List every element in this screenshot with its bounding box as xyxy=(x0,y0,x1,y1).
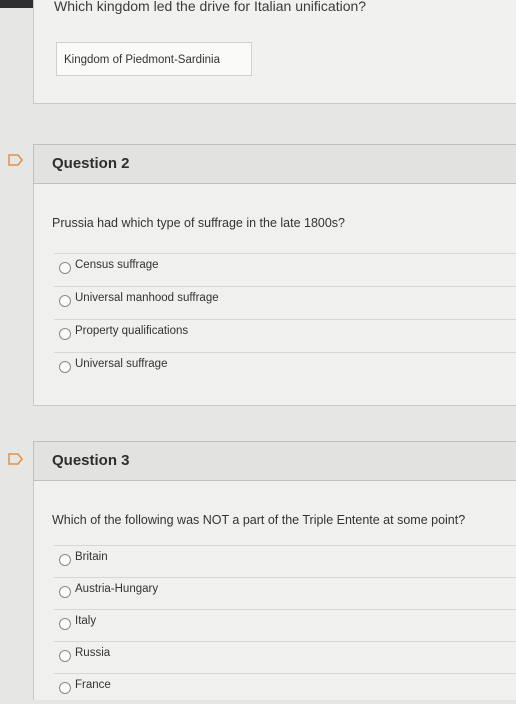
option-label: Italy xyxy=(75,615,97,627)
question-2-header: Question 2 xyxy=(33,144,516,184)
question-title: Question 2 xyxy=(52,155,130,172)
option-label: Britain xyxy=(75,551,108,563)
answer-option[interactable]: Census suffrage xyxy=(54,253,516,284)
option-label: Russia xyxy=(75,647,111,659)
option-label: Property qualifications xyxy=(75,325,189,337)
answer-option[interactable]: Austria-Hungary xyxy=(54,577,516,608)
previous-question-card: Which kingdom led the drive for Italian … xyxy=(33,0,516,104)
answer-option[interactable]: Universal manhood suffrage xyxy=(54,286,516,317)
radio-button[interactable] xyxy=(59,361,71,373)
question-text: Which of the following was NOT a part of… xyxy=(52,513,466,527)
flag-icon[interactable] xyxy=(8,453,24,465)
radio-button[interactable] xyxy=(59,295,71,307)
answer-option[interactable]: Property qualifications xyxy=(54,319,516,350)
radio-button[interactable] xyxy=(59,586,71,598)
option-label: Universal manhood suffrage xyxy=(75,292,219,304)
question-3-header: Question 3 xyxy=(33,441,516,481)
flag-icon[interactable] xyxy=(8,154,24,166)
answer-option[interactable]: France xyxy=(54,673,516,704)
question-title: Question 3 xyxy=(52,452,130,469)
option-label: France xyxy=(75,679,111,691)
question-2-body: Prussia had which type of suffrage in th… xyxy=(33,184,516,406)
option-label: Census suffrage xyxy=(75,259,159,271)
radio-button[interactable] xyxy=(59,618,71,630)
radio-button[interactable] xyxy=(59,650,71,662)
question-3-body: Which of the following was NOT a part of… xyxy=(33,481,516,700)
radio-button[interactable] xyxy=(59,682,71,694)
option-label: Universal suffrage xyxy=(75,358,168,370)
answer-option[interactable]: Russia xyxy=(54,641,516,672)
option-label: Austria-Hungary xyxy=(75,583,159,595)
answer-option[interactable]: Britain xyxy=(54,545,516,576)
answer-option[interactable]: Universal suffrage xyxy=(54,352,516,383)
radio-button[interactable] xyxy=(59,262,71,274)
previous-question-text: Which kingdom led the drive for Italian … xyxy=(54,0,367,14)
answer-field[interactable]: Kingdom of Piedmont-Sardinia xyxy=(56,42,252,76)
radio-button[interactable] xyxy=(59,328,71,340)
radio-button[interactable] xyxy=(59,554,71,566)
answer-option[interactable]: Italy xyxy=(54,609,516,640)
question-text: Prussia had which type of suffrage in th… xyxy=(52,216,346,230)
